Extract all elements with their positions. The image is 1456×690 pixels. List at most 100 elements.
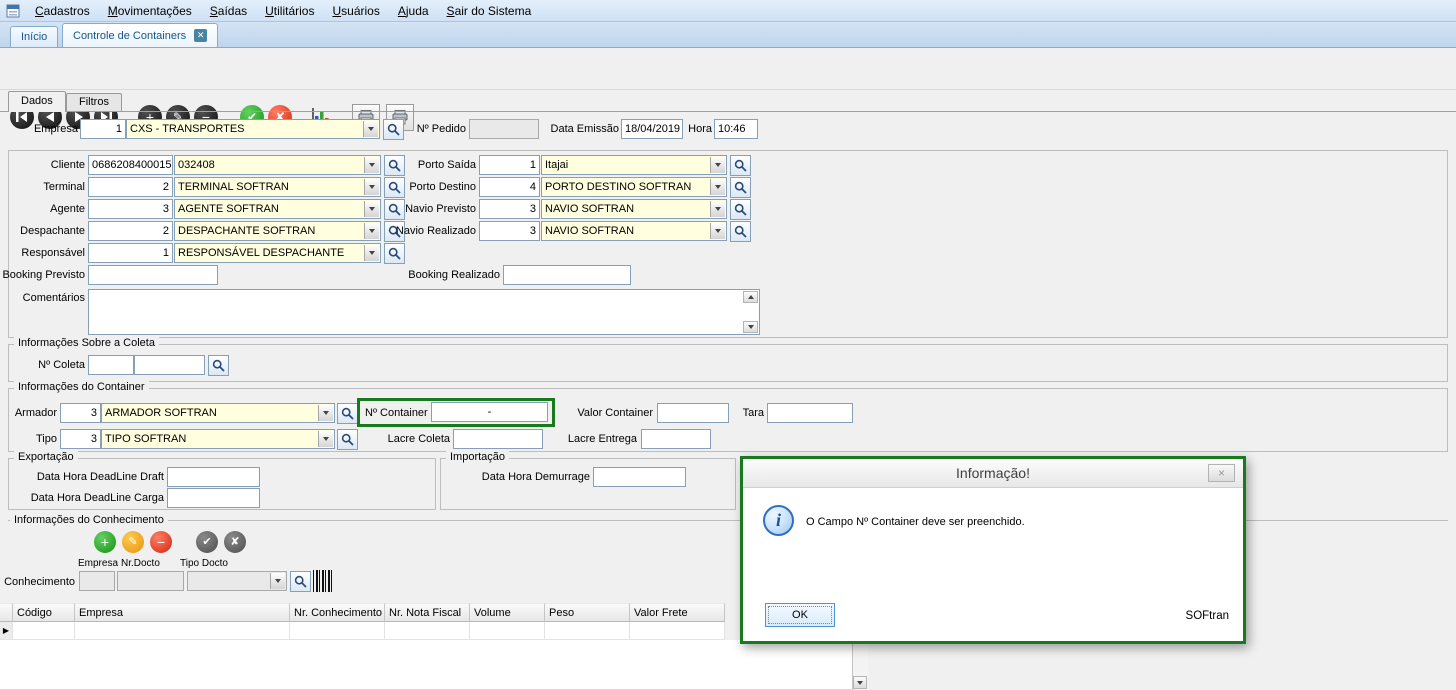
subtab-dados[interactable]: Dados (8, 91, 66, 112)
grid-cell-empresa[interactable] (75, 622, 290, 640)
pedido-field[interactable] (469, 119, 539, 139)
grid-cell-nr-nota-fiscal[interactable] (385, 622, 470, 640)
dialog-close-button[interactable]: × (1208, 464, 1235, 482)
dropdown-arrow-icon[interactable] (710, 223, 725, 239)
grid-header-empresa[interactable]: Empresa (75, 603, 290, 622)
dropdown-arrow-icon[interactable] (710, 201, 725, 217)
conhecimento-cancel-button[interactable]: ✘ (224, 531, 246, 553)
comentarios-textarea[interactable] (88, 289, 760, 335)
scroll-down-icon[interactable] (743, 321, 758, 333)
menu-item-saidas[interactable]: Saídas (201, 2, 256, 20)
grid-header-volume[interactable]: Volume (470, 603, 545, 622)
menu-item-ajuda[interactable]: Ajuda (389, 2, 438, 20)
despachante-code-field[interactable]: 2 (88, 221, 173, 241)
menu-item-cadastros[interactable]: Cadastros (26, 2, 99, 20)
porto-destino-code-field[interactable]: 4 (479, 177, 540, 197)
demurrage-field[interactable] (593, 467, 686, 487)
n-coleta-code-field[interactable] (88, 355, 134, 375)
navio-previsto-search-button[interactable] (730, 199, 751, 220)
scroll-up-icon[interactable] (743, 291, 758, 303)
despachante-combo[interactable]: DESPACHANTE SOFTRAN (174, 221, 381, 241)
grid-header-nr-conhecimento[interactable]: Nr. Conhecimento (290, 603, 385, 622)
tab-controle-de-containers[interactable]: Controle de Containers ✕ (62, 23, 218, 47)
navio-realizado-combo[interactable]: NAVIO SOFTRAN (541, 221, 727, 241)
dropdown-arrow-icon[interactable] (318, 405, 333, 421)
data-emissao-field[interactable]: 18/04/2019 (621, 119, 683, 139)
responsavel-code-field[interactable]: 1 (88, 243, 173, 263)
grid-cell-peso[interactable] (545, 622, 630, 640)
grid-cell-codigo[interactable] (13, 622, 75, 640)
responsavel-search-button[interactable] (384, 243, 405, 264)
navio-realizado-search-button[interactable] (730, 221, 751, 242)
terminal-code-field[interactable]: 2 (88, 177, 173, 197)
conhecimento-add-button[interactable]: + (94, 531, 116, 553)
tipo-combo[interactable]: TIPO SOFTRAN (101, 429, 335, 449)
dialog-ok-button[interactable]: OK (765, 603, 835, 627)
conhecimento-delete-button[interactable]: − (150, 531, 172, 553)
empresa-code-field[interactable]: 1 (80, 119, 126, 139)
dropdown-arrow-icon[interactable] (270, 573, 285, 589)
tara-field[interactable] (767, 403, 853, 423)
conhecimento-search-button[interactable] (290, 571, 311, 592)
dropdown-arrow-icon[interactable] (318, 431, 333, 447)
menu-item-sair-do-sistema[interactable]: Sair do Sistema (438, 2, 541, 20)
menu-item-movimentacoes[interactable]: Movimentações (99, 2, 201, 20)
porto-destino-search-button[interactable] (730, 177, 751, 198)
grid-header-valor-frete[interactable]: Valor Frete (630, 603, 725, 622)
grid-cell-volume[interactable] (470, 622, 545, 640)
porto-destino-combo[interactable]: PORTO DESTINO SOFTRAN (541, 177, 727, 197)
dropdown-arrow-icon[interactable] (363, 121, 378, 137)
grid-cell-nr-conhecimento[interactable] (290, 622, 385, 640)
n-container-field[interactable]: - (431, 402, 548, 422)
tipo-search-button[interactable] (337, 429, 358, 450)
dropdown-arrow-icon[interactable] (710, 179, 725, 195)
responsavel-combo[interactable]: RESPONSÁVEL DESPACHANTE (174, 243, 381, 263)
deadline-carga-field[interactable] (167, 488, 260, 508)
dropdown-arrow-icon[interactable] (364, 223, 379, 239)
n-coleta-search-button[interactable] (208, 355, 229, 376)
dropdown-arrow-icon[interactable] (364, 245, 379, 261)
booking-previsto-field[interactable] (88, 265, 218, 285)
grid-header-codigo[interactable]: Código (13, 603, 75, 622)
terminal-combo[interactable]: TERMINAL SOFTRAN (174, 177, 381, 197)
menu-item-usuarios[interactable]: Usuários (323, 2, 388, 20)
armador-combo[interactable]: ARMADOR SOFTRAN (101, 403, 335, 423)
valor-container-field[interactable] (657, 403, 729, 423)
subtab-filtros[interactable]: Filtros (66, 93, 122, 111)
porto-saida-combo[interactable]: Itajai (541, 155, 727, 175)
lacre-entrega-field[interactable] (641, 429, 711, 449)
navio-previsto-code-field[interactable]: 3 (479, 199, 540, 219)
navio-realizado-code-field[interactable]: 3 (479, 221, 540, 241)
agente-code-field[interactable]: 3 (88, 199, 173, 219)
conhecimento-confirm-button[interactable]: ✔ (196, 531, 218, 553)
grid-cell-valor-frete[interactable] (630, 622, 725, 640)
lacre-coleta-field[interactable] (453, 429, 543, 449)
conhecimento-nrdocto-field[interactable] (117, 571, 184, 591)
dropdown-arrow-icon[interactable] (710, 157, 725, 173)
n-coleta-field[interactable] (134, 355, 205, 375)
tipo-code-field[interactable]: 3 (60, 429, 101, 449)
conhecimento-tipodocto-combo[interactable] (187, 571, 287, 591)
tab-close-icon[interactable]: ✕ (194, 29, 207, 42)
hora-field[interactable]: 10:46 (714, 119, 758, 139)
cliente-combo[interactable]: 032408 (174, 155, 381, 175)
conhecimento-empresa-field[interactable] (79, 571, 115, 591)
deadline-draft-field[interactable] (167, 467, 260, 487)
empresa-combo[interactable]: CXS - TRANSPORTES (126, 119, 380, 139)
porto-saida-search-button[interactable] (730, 155, 751, 176)
cliente-code-field[interactable]: 06862084000159 (88, 155, 173, 175)
tab-inicio[interactable]: Início (10, 26, 58, 47)
scrollbar-down-icon[interactable] (853, 676, 867, 689)
dropdown-arrow-icon[interactable] (364, 179, 379, 195)
grid-header-nr-nota-fiscal[interactable]: Nr. Nota Fiscal (385, 603, 470, 622)
navio-previsto-combo[interactable]: NAVIO SOFTRAN (541, 199, 727, 219)
armador-code-field[interactable]: 3 (60, 403, 101, 423)
menu-item-utilitarios[interactable]: Utilitários (256, 2, 323, 20)
agente-combo[interactable]: AGENTE SOFTRAN (174, 199, 381, 219)
grid-header-peso[interactable]: Peso (545, 603, 630, 622)
dropdown-arrow-icon[interactable] (364, 201, 379, 217)
booking-realizado-field[interactable] (503, 265, 631, 285)
barcode-icon[interactable] (313, 570, 332, 592)
porto-saida-code-field[interactable]: 1 (479, 155, 540, 175)
dropdown-arrow-icon[interactable] (364, 157, 379, 173)
